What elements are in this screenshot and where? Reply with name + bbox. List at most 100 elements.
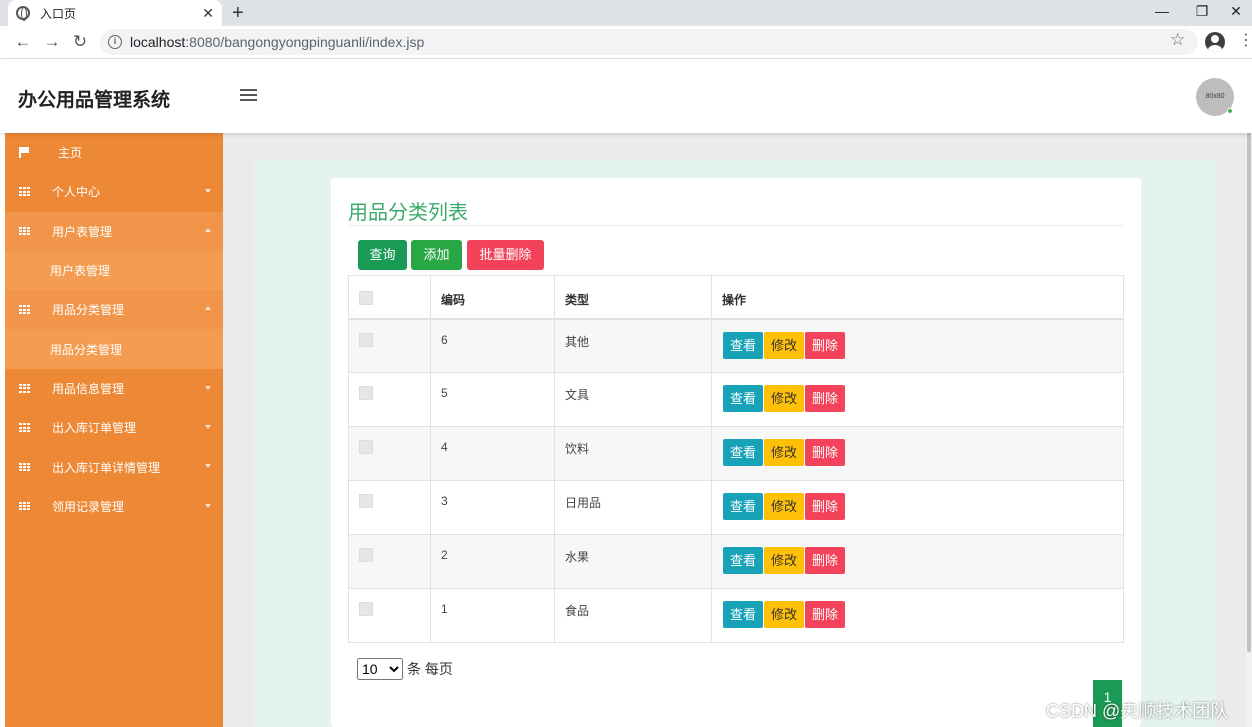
tab-close-icon[interactable]: ✕ [202,5,214,22]
sidebar-item-product-info[interactable]: 用品信息管理 [5,369,223,408]
watermark: CSDN @央顺技术团队 [1046,701,1229,721]
type-cell: 文具 [554,372,712,427]
view-button[interactable]: 查看 [723,547,764,574]
code-cell: 2 [430,534,555,589]
sidebar-item-home[interactable]: 主页 [5,133,223,172]
reload-icon[interactable]: ↻ [68,30,92,54]
edit-button[interactable]: 修改 [764,331,805,359]
sidebar-subitem-category[interactable]: 用品分类管理 [5,329,223,369]
globe-icon [16,6,30,21]
sidebar-subitem-user-table[interactable]: 用户表管理 [5,250,223,291]
browser-tab[interactable]: 入口页 ✕ [8,0,222,26]
delete-button[interactable]: 删除 [805,493,846,520]
chevron-down-icon [205,385,211,390]
column-header-type: 类型 [554,275,712,320]
row-select-cell [348,480,431,535]
delete-button[interactable]: 删除 [805,331,846,359]
back-icon[interactable]: ← [11,30,35,54]
row-checkbox[interactable] [359,332,373,347]
chevron-down-icon [205,503,211,508]
code-cell: 1 [430,588,555,643]
ops-cell: 查看 修改 删除 [711,588,1124,643]
view-button[interactable]: 查看 [723,331,764,359]
page-size-select[interactable]: 10 [357,658,403,680]
delete-button[interactable]: 删除 [805,601,846,628]
batch-delete-button[interactable]: 批量删除 [467,240,544,270]
chevron-up-icon [205,306,211,311]
edit-button[interactable]: 修改 [764,385,805,412]
edit-button[interactable]: 修改 [764,439,805,466]
code-cell: 5 [430,372,555,427]
type-cell: 日用品 [554,480,712,535]
select-all-checkbox[interactable] [359,291,373,305]
delete-button[interactable]: 删除 [805,439,846,466]
browser-tab-bar: 入口页 ✕ + — ❐ ✕ [0,0,1252,26]
grid-icon [19,501,30,511]
view-button[interactable]: 查看 [723,493,764,520]
table-row: 2 水果 查看 修改 删除 [348,534,1124,589]
delete-button[interactable]: 删除 [805,385,846,412]
hamburger-menu-icon[interactable] [240,89,257,103]
row-checkbox[interactable] [359,440,373,454]
sidebar-item-order-details[interactable]: 出入库订单详情管理 [5,447,223,486]
row-checkbox[interactable] [359,386,373,400]
profile-icon[interactable] [1205,32,1225,52]
new-tab-icon[interactable]: + [232,1,244,25]
ops-cell: 查看 修改 删除 [711,426,1124,481]
view-button[interactable]: 查看 [723,385,764,412]
table-row: 1 食品 查看 修改 删除 [348,588,1124,643]
browser-menu-icon[interactable]: ⋮ [1238,31,1252,51]
add-button[interactable]: 添加 [411,240,462,270]
ops-cell: 查看 修改 删除 [711,480,1124,535]
row-checkbox[interactable] [359,548,373,562]
app-header: 办公用品管理系统 80x80 [0,60,1252,133]
ops-cell: 查看 修改 删除 [711,534,1124,589]
edit-button[interactable]: 修改 [764,493,805,520]
view-button[interactable]: 查看 [723,439,764,466]
edit-button[interactable]: 修改 [764,601,805,628]
type-cell: 饮料 [554,426,712,481]
chevron-down-icon [205,425,211,430]
avatar[interactable]: 80x80 [1196,78,1234,116]
sidebar-item-label: 出入库订单详情管理 [52,460,161,475]
sidebar-item-label: 用品信息管理 [52,381,125,396]
table-row: 3 日用品 查看 修改 删除 [348,480,1124,535]
column-header-code: 编码 [430,275,555,320]
edit-button[interactable]: 修改 [764,547,805,574]
chevron-down-icon [205,189,211,194]
sidebar-item-user-table[interactable]: 用户表管理 [5,211,223,251]
delete-button[interactable]: 删除 [805,547,846,574]
url-input[interactable]: i localhost:8080/bangongyongpinguanli/in… [100,29,1198,55]
avatar-placeholder-text: 80x80 [1205,93,1225,100]
title-divider [348,225,1124,226]
row-select-cell [348,534,431,589]
sidebar-item-label: 个人中心 [52,185,101,200]
table-row: 4 饮料 查看 修改 删除 [348,426,1124,481]
flag-icon [19,147,30,159]
query-button[interactable]: 查询 [358,240,407,270]
grid-icon [19,423,30,432]
sidebar-item-personal-center[interactable]: 个人中心 [5,172,223,211]
scrollbar[interactable] [1246,60,1252,727]
minimize-icon[interactable]: — [1142,0,1182,26]
forward-icon[interactable]: → [40,30,64,54]
code-cell: 6 [430,318,555,373]
sidebar-item-usage-records[interactable]: 领用记录管理 [5,487,223,526]
row-select-cell [348,318,431,373]
grid-icon [19,226,30,236]
column-header-ops: 操作 [711,275,1124,320]
table-row: 5 文具 查看 修改 删除 [348,372,1124,427]
row-checkbox[interactable] [359,602,373,616]
scrollbar-thumb[interactable] [1247,72,1251,652]
sidebar-item-stock-orders[interactable]: 出入库订单管理 [5,408,223,447]
chevron-down-icon [205,464,211,469]
sidebar-item-category[interactable]: 用品分类管理 [5,290,223,330]
row-checkbox[interactable] [359,494,373,508]
table-row: 6 其他 查看 修改 删除 [348,318,1124,373]
view-button[interactable]: 查看 [723,601,764,628]
page-size-suffix: 条 每页 [407,661,453,677]
sidebar-item-label: 主页 [58,146,83,161]
window-close-icon[interactable]: ✕ [1216,0,1252,26]
bookmark-star-icon[interactable]: ☆ [1170,30,1185,50]
info-icon[interactable]: i [108,35,122,49]
